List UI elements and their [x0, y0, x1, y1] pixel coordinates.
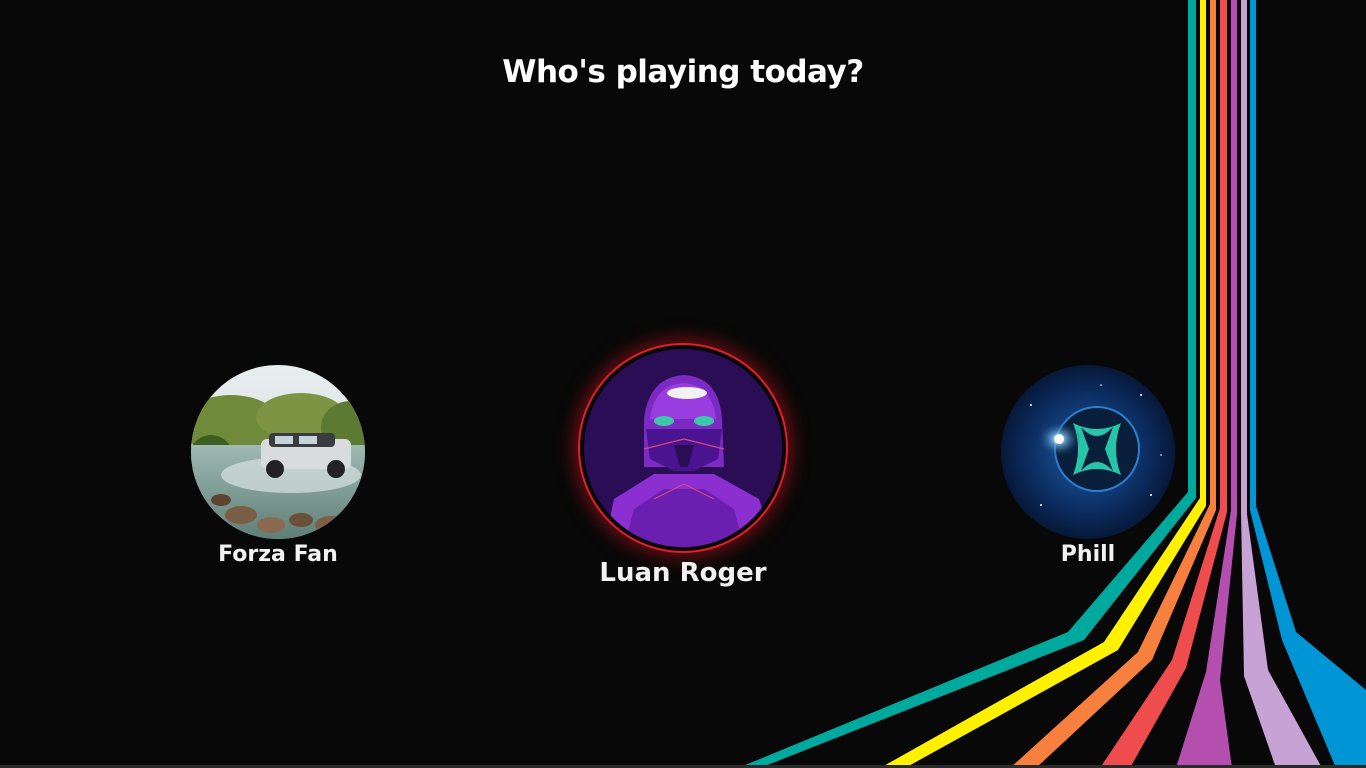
- luan-roger-avatar[interactable]: [584, 349, 782, 547]
- helmet-art-image: [584, 349, 782, 547]
- profile-select-screen: Who's playing today? Forza Fan Luan Roge…: [0, 0, 1366, 768]
- profile-name: Phill: [1060, 542, 1116, 567]
- profile-forza-fan[interactable]: Forza Fan: [178, 365, 378, 567]
- page-title: Who's playing today?: [502, 54, 864, 90]
- forza-fan-avatar[interactable]: [191, 365, 365, 539]
- profile-name: Forza Fan: [218, 542, 338, 567]
- phill-avatar[interactable]: [1001, 365, 1175, 539]
- profile-name: Luan Roger: [599, 558, 767, 588]
- off-road-car-image: [191, 365, 365, 539]
- profile-phill[interactable]: Phill: [988, 365, 1188, 567]
- profile-luan-roger[interactable]: Luan Roger: [558, 343, 808, 588]
- selection-ring: [578, 343, 788, 553]
- xbox-logo-icon: [1001, 365, 1175, 539]
